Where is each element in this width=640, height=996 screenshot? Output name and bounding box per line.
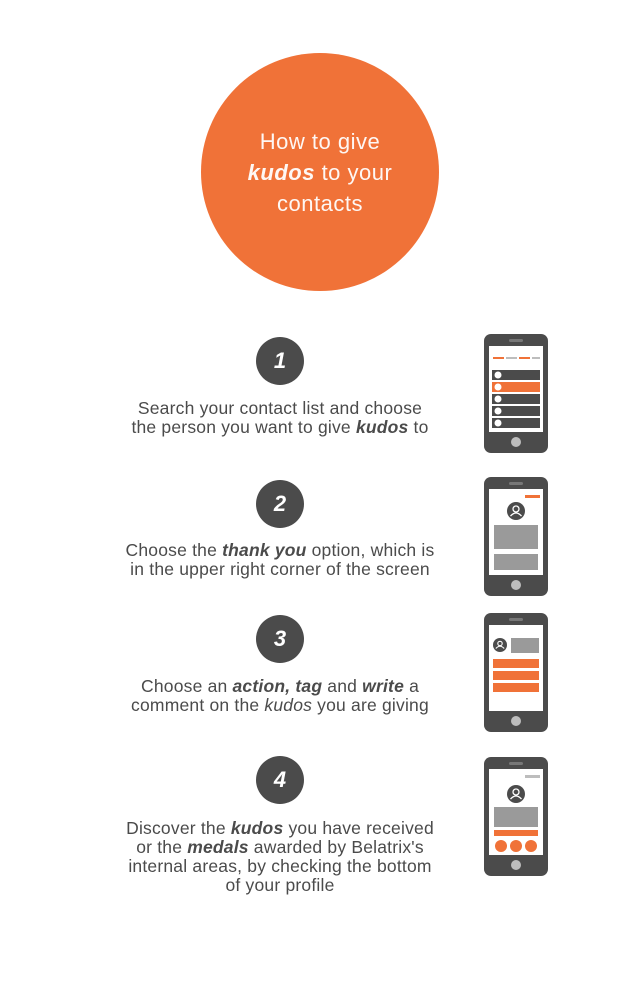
step-description: Choose the thank you option, which is in… (70, 541, 490, 579)
step-text: a (404, 676, 420, 696)
step-text: internal areas, by checking the bottom (128, 856, 432, 876)
step-description: Choose an action, tag and write a commen… (70, 677, 490, 715)
step-text: the person you want to give (131, 417, 356, 437)
step-number-badge: 4 (256, 756, 304, 804)
hero-kudos-word: kudos (247, 159, 315, 185)
step-text: comment on the (131, 695, 265, 715)
step-text: you are giving (312, 695, 429, 715)
hero-line-2-rest: to your (314, 159, 393, 185)
step-text: in the upper right corner of the screen (130, 559, 430, 579)
step-description: Search your contact list and choose the … (70, 399, 490, 437)
step-text: or the (136, 837, 188, 857)
step-text-emphasis: kudos (230, 818, 284, 838)
hero-line-1: How to give (259, 128, 381, 154)
infographic: How to give kudos to your contacts 1 Sea… (0, 0, 640, 996)
step-text: Choose an (140, 676, 233, 696)
step-number-badge: 1 (256, 337, 304, 385)
step-text: Discover the (126, 818, 231, 838)
hero-line-3: contacts (277, 190, 363, 216)
step-text-emphasis: thank you (222, 540, 307, 560)
step-text-emphasis: kudos (355, 417, 409, 437)
step-text-emphasis: action, tag (232, 676, 323, 696)
step-text-italic: kudos (264, 695, 313, 715)
smartphone-icon (484, 613, 548, 732)
step-text-emphasis: write (362, 676, 405, 696)
step-number-badge: 3 (256, 615, 304, 663)
hero-line-2: kudos to your (248, 157, 393, 188)
step-text: to (408, 417, 429, 437)
step-text: Search your contact list and choose (137, 398, 423, 418)
step-text: Choose the (125, 540, 223, 560)
smartphone-icon (484, 757, 548, 876)
step-text-emphasis: medals (187, 837, 249, 857)
step-text: option, which is (306, 540, 435, 560)
step-description: Discover the kudos you have received or … (70, 819, 490, 895)
smartphone-icon (484, 334, 548, 453)
smartphone-icon (484, 477, 548, 596)
step-text: you have received (283, 818, 434, 838)
step-text: awarded by Belatrix's (248, 837, 424, 857)
step-number-badge: 2 (256, 480, 304, 528)
step-text: of your profile (225, 875, 335, 895)
hero-circle: How to give kudos to your contacts (201, 53, 439, 291)
step-text: and (322, 676, 363, 696)
